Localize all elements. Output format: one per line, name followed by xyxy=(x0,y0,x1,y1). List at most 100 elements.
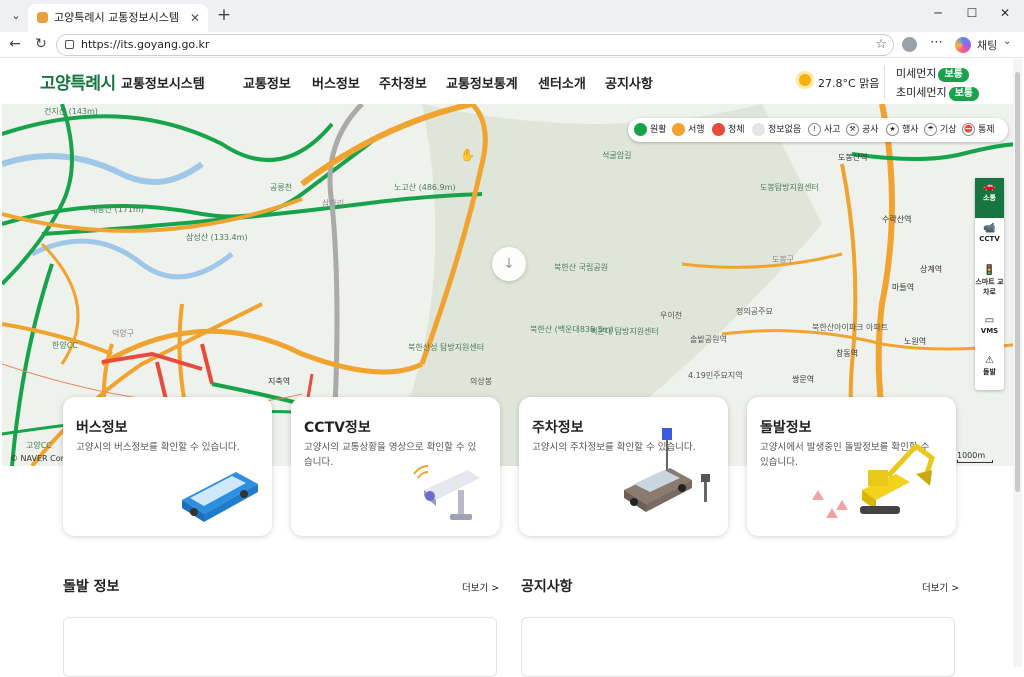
legend-noinfo: 정보없음 xyxy=(752,123,801,137)
incident-list xyxy=(63,617,497,677)
bookmark-star-icon[interactable]: ☆ xyxy=(875,35,887,55)
ultrafine-dust-badge: 보통 xyxy=(948,87,980,101)
fine-dust-badge: 보통 xyxy=(938,68,969,82)
sun-icon xyxy=(799,74,811,86)
legend-event[interactable]: ★ 행사 xyxy=(886,123,919,137)
map-layer-panel: 🚗 소통 📹 CCTV 🚦 스마트 교차로 ▭ VMS ⚠ 돌발 xyxy=(975,178,1004,390)
profile-avatar[interactable] xyxy=(902,37,917,52)
excavator-icon xyxy=(812,444,935,518)
map-scale-bar xyxy=(957,460,993,463)
map-label: 지축역 xyxy=(268,377,291,386)
nav-notice[interactable]: 공지사항 xyxy=(605,73,653,92)
control-icon: ⛔ xyxy=(962,123,975,136)
chat-label[interactable]: 채팅 xyxy=(977,37,997,53)
back-icon[interactable]: ← xyxy=(6,36,24,52)
address-bar: ← ↻ https://its.goyang.go.kr ☆ xyxy=(0,32,1024,58)
weather-text: 27.8°C 맑음 xyxy=(818,77,880,90)
legend-control[interactable]: ⛔ 통제 xyxy=(962,123,995,137)
weather-icon: ☂ xyxy=(924,123,937,136)
map-label: 우이천 xyxy=(660,311,683,320)
scroll-down-icon[interactable]: ↓ xyxy=(492,247,526,281)
map-label: 수락산역 xyxy=(882,215,912,224)
browser-tab[interactable]: 고양특례시 교통정보시스템 - 메인 ✕ xyxy=(28,4,208,32)
more-menu-icon[interactable]: ⋯ xyxy=(930,35,943,50)
event-icon: ★ xyxy=(886,123,899,136)
new-tab-icon[interactable]: + xyxy=(214,5,234,25)
nav-center[interactable]: 센터소개 xyxy=(538,73,586,92)
fine-dust: 미세먼지 보통 xyxy=(896,65,969,82)
site-header: 고양특례시 교통정보시스템 교통정보 버스정보 주차정보 교통정보통계 센터소개… xyxy=(2,59,1020,104)
notice-more-link[interactable]: 더보기 > xyxy=(922,580,959,594)
map-label: 노원역 xyxy=(904,337,927,346)
url-text: https://its.goyang.go.kr xyxy=(81,38,210,51)
nav-statistics[interactable]: 교통정보통계 xyxy=(446,73,518,92)
close-window-icon[interactable]: ✕ xyxy=(995,6,1015,20)
map-label: 노고산 (486.9m) xyxy=(394,183,456,192)
header-divider xyxy=(884,65,885,99)
map-label: 고양CC xyxy=(26,441,52,450)
cctv-info-card[interactable]: CCTV정보 고양시의 교통상황을 영상으로 확인할 수 있습니다. xyxy=(291,397,500,536)
card-desc: 고양시의 버스정보를 확인할 수 있습니다. xyxy=(76,442,240,453)
map-label: 마들역 xyxy=(892,283,915,292)
bus-info-card[interactable]: 버스정보 고양시의 버스정보를 확인할 수 있습니다. xyxy=(63,397,272,536)
tab-close-icon[interactable]: ✕ xyxy=(190,4,200,32)
map-label: 덕양구 xyxy=(112,329,135,338)
map-label: 상계역 xyxy=(920,265,943,274)
legend-jam: 정체 xyxy=(712,123,745,137)
minimize-icon[interactable]: ─ xyxy=(928,6,948,20)
map-label: 삼성산 (133.4m) xyxy=(186,233,248,242)
scrollbar-thumb[interactable] xyxy=(1015,72,1020,492)
hand-cursor-icon: ✋ xyxy=(460,148,475,162)
map-label: 도봉구 xyxy=(772,255,795,264)
card-title: 버스정보 xyxy=(76,420,128,436)
incident-more-link[interactable]: 더보기 > xyxy=(462,580,499,594)
map-label: 한양CC xyxy=(52,341,78,350)
tab-list-icon[interactable]: ⌄ xyxy=(8,8,24,24)
map-label: 매봉산 (171m) xyxy=(90,205,144,214)
legend-weather[interactable]: ☂ 기상 xyxy=(924,123,957,137)
bus-icon xyxy=(182,472,258,522)
sidebar-toggle-icon[interactable]: ⌄ xyxy=(1003,36,1011,47)
map-label: 창동역 xyxy=(836,349,859,358)
nav-bus[interactable]: 버스정보 xyxy=(312,73,360,92)
copilot-icon[interactable] xyxy=(955,37,971,53)
browser-tab-bar: ⌄ 고양특례시 교통정보시스템 - 메인 ✕ + ─ ☐ ✕ xyxy=(0,0,1024,32)
card-title: 주차정보 xyxy=(532,420,584,436)
accident-icon: ! xyxy=(808,123,821,136)
legend-accident[interactable]: ! 사고 xyxy=(808,123,841,137)
map-label: 북한산 국립공원 xyxy=(554,263,609,272)
legend-slow: 서행 xyxy=(672,123,705,137)
notice-list xyxy=(521,617,955,677)
site-info-icon[interactable] xyxy=(65,40,74,49)
notice-section-title: 공지사항 xyxy=(521,579,573,595)
map-label: 건지산 (143m) xyxy=(44,107,98,116)
cctv-icon: 📹 xyxy=(983,223,996,234)
map-scale: 1000m xyxy=(957,451,986,460)
url-input[interactable]: https://its.goyang.go.kr ☆ xyxy=(56,34,894,56)
cctv-camera-icon xyxy=(413,465,480,520)
map-label: 도봉산역 xyxy=(838,153,868,162)
layer-traffic[interactable]: 🚗 소통 xyxy=(975,178,1004,218)
favicon-icon xyxy=(37,12,48,23)
parking-car-icon xyxy=(624,428,710,512)
maximize-icon[interactable]: ☐ xyxy=(962,6,982,20)
traffic-legend: 원활 서행 정체 정보없음 ! 사고 ⚒ 공사 ★ 행사 ☂ 기상 ⛔ 통제 xyxy=(628,118,1008,142)
map-label: 4.19민주묘지역 xyxy=(688,371,743,380)
parking-info-card[interactable]: 주차정보 고양시의 주차정보를 확인할 수 있습니다. xyxy=(519,397,728,536)
legend-construction[interactable]: ⚒ 공사 xyxy=(846,123,879,137)
layer-vms[interactable]: ▭ VMS xyxy=(975,312,1004,350)
incident-info-card[interactable]: 돌발정보 고양시에서 발생중인 돌발정보를 확인할 수 있습니다. xyxy=(747,397,956,536)
nav-parking[interactable]: 주차정보 xyxy=(379,73,427,92)
layer-incident[interactable]: ⚠ 돌발 xyxy=(975,352,1004,390)
incident-icon: ⚠ xyxy=(985,355,994,366)
nav-traffic[interactable]: 교통정보 xyxy=(243,73,291,92)
refresh-icon[interactable]: ↻ xyxy=(32,36,50,52)
map-label: 북한산성 탐방지원센터 xyxy=(408,343,485,352)
layer-cctv[interactable]: 📹 CCTV xyxy=(975,220,1004,260)
card-title: CCTV정보 xyxy=(304,420,371,436)
logo-sub[interactable]: 교통정보시스템 xyxy=(121,73,205,92)
layer-smart-intersection[interactable]: 🚦 스마트 교차로 xyxy=(975,262,1004,310)
map-label: 삼하리 xyxy=(322,199,345,208)
map-label: 정의공주묘 xyxy=(736,307,773,316)
logo-main[interactable]: 고양특례시 xyxy=(40,69,116,94)
